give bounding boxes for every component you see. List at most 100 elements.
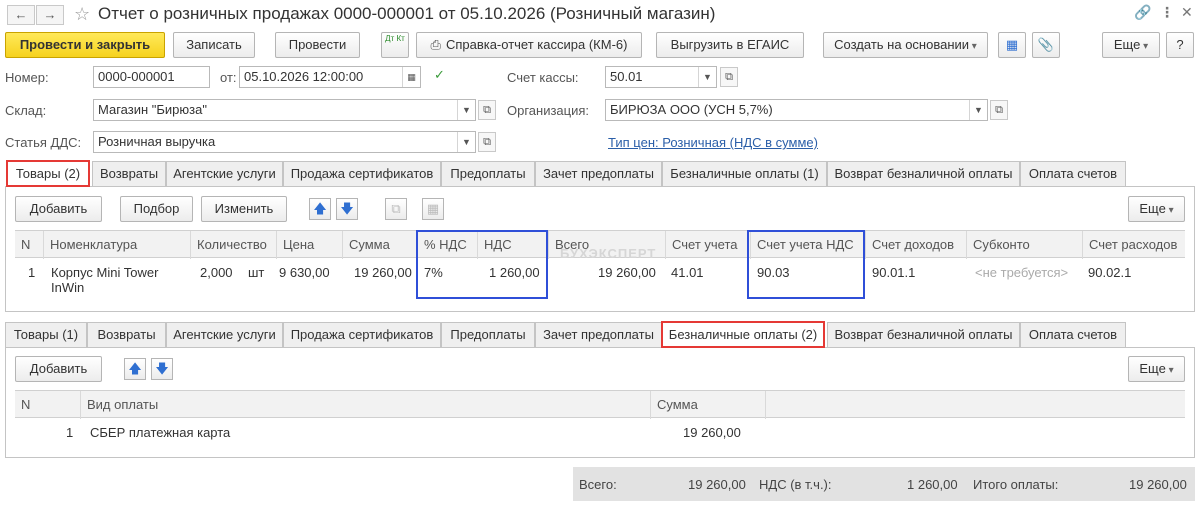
tab-invoice-payments[interactable]: Оплата счетов: [1020, 161, 1126, 186]
col-quantity[interactable]: Количество: [190, 231, 276, 259]
tab-returns[interactable]: Возвраты: [92, 161, 166, 186]
goods-select-button[interactable]: Подбор: [120, 196, 193, 222]
open-icon[interactable]: ⧉: [720, 67, 738, 87]
tab-prepayments[interactable]: Предоплаты: [441, 322, 535, 347]
tab-cashless-refund[interactable]: Возврат безналичной оплаты: [827, 161, 1020, 186]
totals-footer: Всего: 19 260,00 НДС (в т.ч.): 1 260,00 …: [573, 467, 1195, 501]
col-n[interactable]: N: [15, 391, 80, 419]
star-icon[interactable]: ☆: [74, 4, 90, 25]
move-down-button[interactable]: 🡇: [151, 358, 173, 380]
paid-value: 19 260,00: [1129, 477, 1187, 492]
create-based-on-button[interactable]: Создать на основании: [823, 32, 988, 58]
move-up-button[interactable]: 🡅: [124, 358, 146, 380]
dds-label: Статья ДДС:: [5, 135, 82, 150]
col-sum[interactable]: Сумма: [342, 231, 417, 259]
chevron-down-icon[interactable]: ▼: [457, 132, 475, 152]
structure-button[interactable]: ▦: [998, 32, 1026, 58]
row-subconto: <не требуется>: [975, 265, 1069, 280]
tab-certificates[interactable]: Продажа сертификатов: [283, 161, 441, 186]
paste-button[interactable]: ▦: [422, 198, 444, 220]
move-up-button[interactable]: 🡅: [309, 198, 331, 220]
cashier-report-button[interactable]: ⎙ Справка-отчет кассира (КМ-6): [416, 32, 642, 58]
cash-account-label: Счет кассы:: [507, 70, 579, 85]
col-item[interactable]: Номенклатура: [43, 231, 190, 259]
chevron-down-icon[interactable]: ▼: [457, 100, 475, 120]
close-icon[interactable]: ✕: [1181, 4, 1193, 21]
warehouse-field[interactable]: Магазин "Бирюза" ▼: [93, 99, 476, 121]
goods-edit-button[interactable]: Изменить: [201, 196, 287, 222]
table-row[interactable]: 1 СБЕР платежная карта 19 260,00: [15, 418, 1185, 446]
tab-prepayment-offset[interactable]: Зачет предоплаты: [535, 161, 662, 186]
col-income-account[interactable]: Счет доходов: [865, 231, 966, 259]
bottom-tab-bar: Товары (1) Возвраты Агентские услуги Про…: [5, 321, 1195, 348]
col-subconto[interactable]: Субконто: [966, 231, 1082, 259]
watermark: БУХЭКСПЕРТ: [560, 246, 657, 261]
tab-invoice-payments[interactable]: Оплата счетов: [1020, 322, 1126, 347]
tab-cashless-refund[interactable]: Возврат безналичной оплаты: [827, 322, 1020, 347]
more-vertical-icon[interactable]: ⋮: [1160, 4, 1174, 21]
arrow-down-icon: 🡇: [155, 361, 169, 376]
col-account[interactable]: Счет учета: [665, 231, 750, 259]
payments-more-button[interactable]: Еще: [1128, 356, 1185, 382]
col-n[interactable]: N: [15, 231, 43, 259]
post-and-close-button[interactable]: Провести и закрыть: [5, 32, 165, 58]
total-label: Всего:: [579, 477, 617, 492]
arrow-up-icon: 🡅: [128, 361, 142, 376]
help-button[interactable]: ?: [1166, 32, 1194, 58]
more-menu-button[interactable]: Еще: [1102, 32, 1160, 58]
move-down-button[interactable]: 🡇: [336, 198, 358, 220]
open-icon[interactable]: ⧉: [478, 132, 496, 152]
payments-add-button[interactable]: Добавить: [15, 356, 102, 382]
price-type-link[interactable]: Тип цен: Розничная (НДС в сумме): [608, 135, 818, 150]
col-price[interactable]: Цена: [276, 231, 342, 259]
arrow-left-icon: ←: [14, 7, 28, 22]
open-icon[interactable]: ⧉: [478, 100, 496, 120]
tab-cashless-payments[interactable]: Безналичные оплаты (2): [661, 321, 825, 348]
copy-icon: ⧉: [391, 201, 401, 216]
chevron-down-icon[interactable]: ▼: [969, 100, 987, 120]
col-expense-account[interactable]: Счет расходов: [1082, 231, 1185, 259]
tab-prepayments[interactable]: Предоплаты: [441, 161, 535, 186]
post-button[interactable]: Провести: [275, 32, 360, 58]
row-number: 1: [28, 265, 36, 280]
dds-field[interactable]: Розничная выручка ▼: [93, 131, 476, 153]
goods-add-button[interactable]: Добавить: [15, 196, 102, 222]
tab-certificates[interactable]: Продажа сертификатов: [283, 322, 441, 347]
paperclip-icon: 📎: [1037, 37, 1055, 52]
link-icon[interactable]: 🔗: [1134, 4, 1151, 21]
dt-kt-icon: Дт Кт: [385, 34, 405, 43]
col-payment-type[interactable]: Вид оплаты: [80, 391, 650, 419]
copy-button[interactable]: ⧉: [385, 198, 407, 220]
row-sum: 19 260,00: [354, 265, 412, 280]
tab-returns[interactable]: Возвраты: [87, 322, 166, 347]
back-button[interactable]: ←: [7, 5, 35, 25]
attach-button[interactable]: 📎: [1032, 32, 1060, 58]
payments-table-header: N Вид оплаты Сумма: [15, 390, 1185, 419]
date-field[interactable]: 05.10.2026 12:00:00 ▦: [239, 66, 421, 88]
save-button[interactable]: Записать: [173, 32, 255, 58]
clipboard-icon: ▦: [426, 201, 440, 216]
egais-upload-button[interactable]: Выгрузить в ЕГАИС: [656, 32, 804, 58]
check-icon[interactable]: ✓: [434, 67, 445, 83]
col-payment-sum[interactable]: Сумма: [650, 391, 765, 419]
tab-goods[interactable]: Товары (1): [5, 322, 87, 347]
dt-kt-button[interactable]: Дт Кт: [381, 32, 409, 58]
open-icon[interactable]: ⧉: [990, 100, 1008, 120]
organization-field[interactable]: БИРЮЗА ООО (УСН 5,7%) ▼: [605, 99, 988, 121]
vat-highlight: [416, 230, 548, 299]
tab-prepayment-offset[interactable]: Зачет предоплаты: [535, 322, 662, 347]
cashier-report-label: Справка-отчет кассира (КМ-6): [445, 37, 628, 52]
table-row[interactable]: 1 Корпус Mini Tower InWin 2,000 шт 9 630…: [15, 258, 1185, 298]
date-label: от:: [220, 70, 237, 85]
dds-value: Розничная выручка: [98, 134, 216, 149]
tab-goods[interactable]: Товары (2): [6, 160, 90, 187]
goods-more-button[interactable]: Еще: [1128, 196, 1185, 222]
cash-account-field[interactable]: 50.01 ▼: [605, 66, 717, 88]
tab-cashless-payments[interactable]: Безналичные оплаты (1): [662, 161, 827, 186]
tab-agent-services[interactable]: Агентские услуги: [166, 322, 283, 347]
calendar-icon[interactable]: ▦: [402, 67, 420, 87]
forward-button[interactable]: →: [36, 5, 64, 25]
tab-agent-services[interactable]: Агентские услуги: [166, 161, 283, 186]
number-field[interactable]: 0000-000001: [93, 66, 210, 88]
chevron-down-icon[interactable]: ▼: [698, 67, 716, 87]
